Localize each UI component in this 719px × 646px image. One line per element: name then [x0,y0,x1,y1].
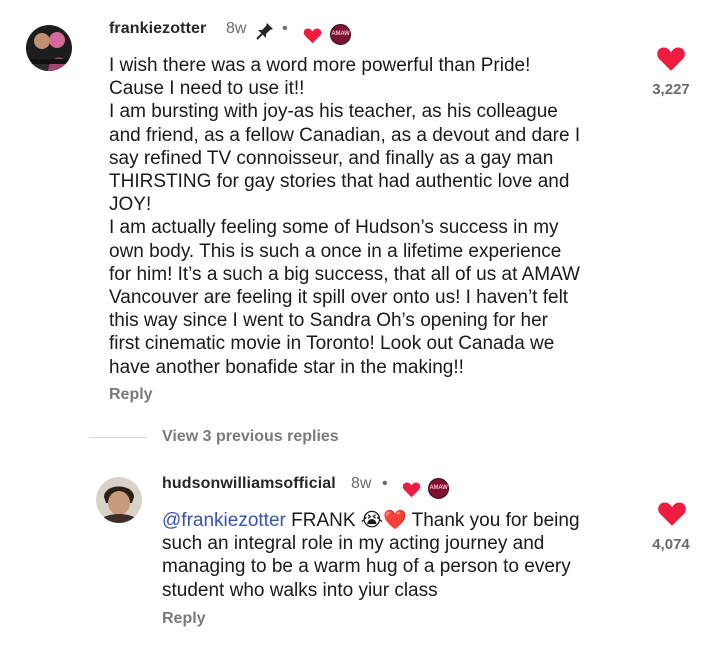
comment-line: I am bursting with joy-as his teacher, a… [109,101,558,123]
comment-line: @frankiezotter FRANK 😭❤️ Thank you for b… [162,509,632,532]
like-count: 4,074 [652,536,690,553]
view-previous-replies-button[interactable]: View 3 previous replies [162,428,339,446]
creator-avatar-badge: AMAW [330,24,351,45]
comment-line: Cause I need to use it!! [109,78,305,100]
comment-line: THIRSTING for gay stories that had authe… [109,171,570,193]
like-button[interactable] [657,500,687,528]
mention-link[interactable]: @frankiezotter [162,510,286,531]
creator-avatar-badge: AMAW [428,478,449,499]
heart-icon [657,47,685,71]
reply-button[interactable]: Reply [162,610,206,628]
comment-line: and friend, as a fellow Canadian, as a d… [109,124,581,146]
comment-line: for him! It’s a such a big success, that… [109,263,580,285]
like-button[interactable] [656,45,686,73]
heart-icon [658,502,686,526]
comment-line: I am actually feeling some of Hudson’s s… [109,217,559,239]
replies-divider [90,437,147,438]
comment-line: Vancouver are feeling it spill over onto… [109,287,569,309]
avatar-frankiezotter[interactable] [26,25,72,71]
creator-liked-heart-icon [303,27,322,44]
pin-icon [256,22,274,40]
comment-timestamp: 8w [351,475,372,492]
comment-line: such an integral role in my acting journ… [162,533,545,555]
separator-dot: • [382,475,388,492]
comment-line: JOY! [109,194,152,216]
avatar-hudsonwilliamsofficial[interactable] [96,477,142,523]
separator-dot: • [282,20,288,37]
creator-liked-heart-icon [402,481,421,498]
comment-line: this way since I went to Sandra Oh’s ope… [109,310,549,332]
comment-username[interactable]: hudsonwilliamsofficial [162,475,336,493]
comment-line: managing to be a warm hug of a person to… [162,556,571,578]
comment-timestamp: 8w [226,20,247,37]
comment-line: I wish there was a word more powerful th… [109,55,531,76]
reply-button[interactable]: Reply [109,386,153,404]
comment-line: student who walks into yiur class [162,579,438,601]
like-count: 3,227 [652,81,690,98]
comment-text: I wish there was a word more powerful th… [109,54,629,379]
comment-line-rest: FRANK 😭❤️ Thank you for being [285,510,580,531]
comment-text: @frankiezotter FRANK 😭❤️ Thank you for b… [162,509,632,602]
comment-username[interactable]: frankiezotter [109,20,206,38]
comment-line: have another bonafide star in the making… [109,356,464,378]
comment-line: say refined TV connoisseur, and finally … [109,147,554,169]
comment-line: first cinematic movie in Toronto! Look o… [109,333,555,355]
comment-line: own body. This is such a once in a lifet… [109,240,562,262]
